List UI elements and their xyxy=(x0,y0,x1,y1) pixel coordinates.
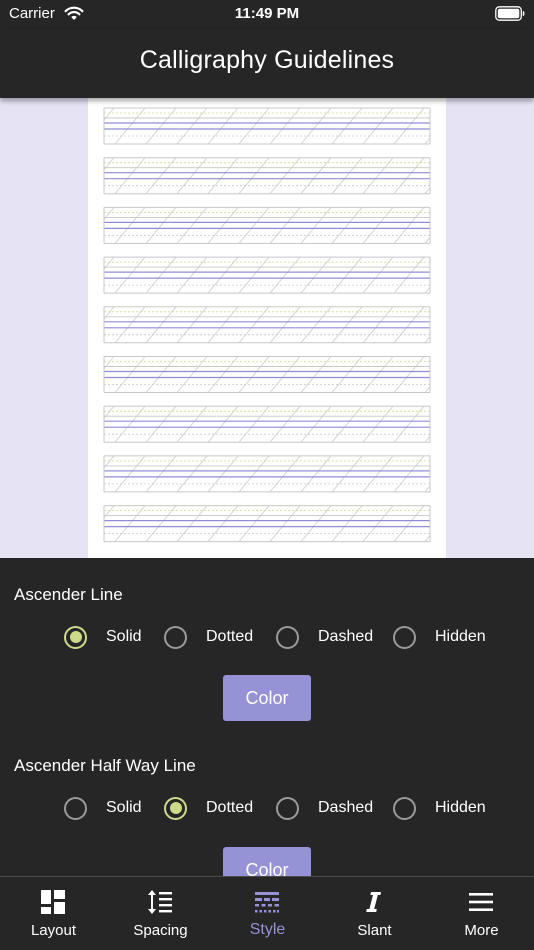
radio-label: Hidden xyxy=(435,628,486,645)
radio-circle[interactable] xyxy=(276,625,299,649)
radio-circle[interactable] xyxy=(164,625,187,649)
radio-circle-selected[interactable] xyxy=(64,625,87,649)
section-title-ascender-line: Ascender Line xyxy=(14,585,123,604)
radio-label: Dotted xyxy=(206,799,254,816)
radio-label: Hidden xyxy=(435,799,486,816)
radio-solid[interactable]: Solid xyxy=(64,622,142,652)
radio-solid[interactable]: Solid xyxy=(64,793,142,823)
radio-hidden[interactable]: Hidden xyxy=(393,622,486,652)
radio-label: Dotted xyxy=(206,628,254,645)
tab-label: Layout xyxy=(30,922,77,939)
slant-line xyxy=(145,107,177,145)
spacing-icon xyxy=(148,890,172,914)
slant-line xyxy=(424,435,431,443)
slant-line xyxy=(424,137,431,145)
slant-line xyxy=(300,107,332,145)
section-title-ascender-half-way-line: Ascender Half Way Line xyxy=(14,756,196,775)
radio-circle[interactable] xyxy=(393,625,416,649)
slant-line xyxy=(424,336,431,344)
slant-line xyxy=(362,107,394,145)
style-icon xyxy=(255,892,279,913)
slant-icon xyxy=(366,892,381,912)
slant-line xyxy=(176,107,208,145)
tab-label: Style xyxy=(249,921,286,938)
page-title: Calligraphy Guidelines xyxy=(139,46,395,74)
slant-line xyxy=(207,107,239,145)
navigation-bar: Calligraphy Guidelines xyxy=(0,30,534,98)
tab-more[interactable]: More xyxy=(428,877,534,950)
radio-circle[interactable] xyxy=(64,796,87,820)
radio-label: Dashed xyxy=(318,799,374,816)
ascender-line-style-group: Solid Dotted Dashed Hidden xyxy=(0,622,534,652)
slant-line xyxy=(114,107,146,145)
guideline-sheet xyxy=(88,98,446,558)
ascender-half-way-line-style-group: Solid Dotted Dashed Hidden xyxy=(0,793,534,823)
guideline-preview[interactable] xyxy=(0,98,534,558)
slant-line xyxy=(424,286,431,294)
slant-line xyxy=(238,107,270,145)
tab-bar: Layout Spacing Style Slant More xyxy=(0,876,534,950)
radio-dashed[interactable]: Dashed xyxy=(276,622,373,652)
status-bar: Carrier 11:49 PM xyxy=(0,0,534,30)
tab-label: Spacing xyxy=(133,922,188,939)
tab-slant[interactable]: Slant xyxy=(321,877,428,950)
radio-circle-selected[interactable] xyxy=(164,796,187,820)
slant-line xyxy=(424,485,431,493)
guideline-drawing xyxy=(103,107,431,543)
radio-circle[interactable] xyxy=(393,796,416,820)
battery-icon xyxy=(495,6,525,21)
radio-label: Solid xyxy=(106,628,142,645)
radio-circle[interactable] xyxy=(276,796,299,820)
slant-line xyxy=(331,107,363,145)
tab-label: Slant xyxy=(357,922,392,939)
radio-hidden[interactable]: Hidden xyxy=(393,793,486,823)
radio-dashed[interactable]: Dashed xyxy=(276,793,373,823)
ascender-half-way-line-color-button[interactable]: Color xyxy=(223,847,311,876)
ascender-line-color-button[interactable]: Color xyxy=(223,675,311,721)
slant-line xyxy=(393,107,425,145)
radio-label: Dashed xyxy=(318,628,374,645)
tab-style[interactable]: Style xyxy=(214,877,321,950)
slant-line xyxy=(424,237,431,244)
tab-layout[interactable]: Layout xyxy=(0,877,107,950)
tab-label: More xyxy=(464,922,499,939)
radio-dotted[interactable]: Dotted xyxy=(164,793,253,823)
layout-icon xyxy=(41,890,65,914)
style-controls-panel[interactable]: Ascender Line Solid Dotted Dashed Hidden… xyxy=(0,558,534,876)
slant-line xyxy=(269,107,301,145)
slant-line xyxy=(424,386,431,393)
tab-spacing[interactable]: Spacing xyxy=(107,877,214,950)
radio-label: Solid xyxy=(106,799,142,816)
hamburger-menu-icon xyxy=(469,893,493,911)
slant-line xyxy=(424,187,431,194)
status-time: 11:49 PM xyxy=(234,5,300,22)
radio-dotted[interactable]: Dotted xyxy=(164,622,253,652)
slant-line xyxy=(424,535,431,542)
